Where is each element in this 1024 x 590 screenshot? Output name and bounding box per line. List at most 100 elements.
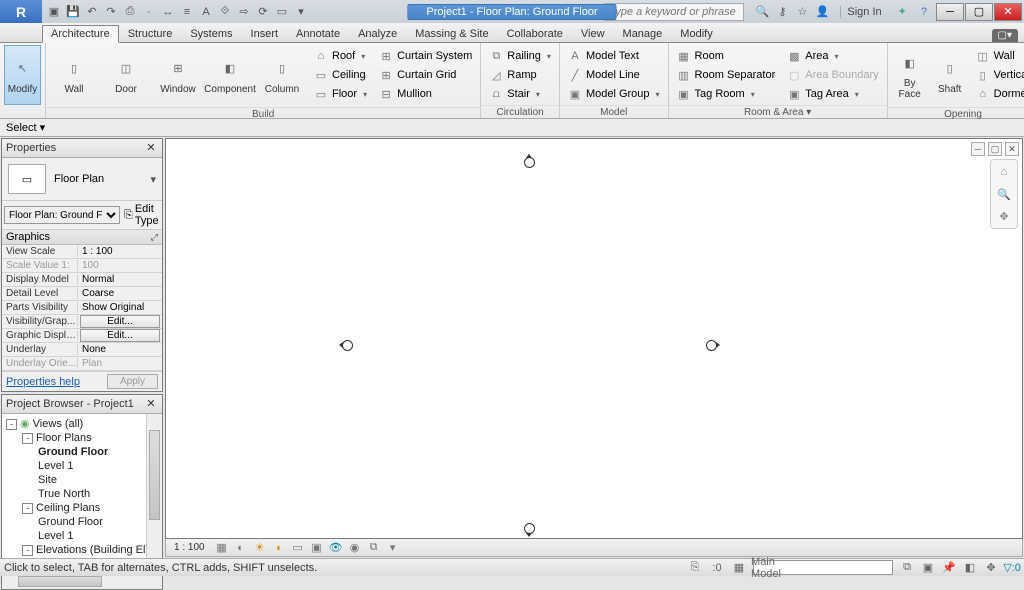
dropdown-icon[interactable]: ▾	[293, 4, 309, 20]
edit-button[interactable]: Edit...	[80, 315, 160, 328]
curtain-system-button[interactable]: ⊞Curtain System	[375, 47, 476, 65]
qat-icon[interactable]: ⟐	[217, 4, 233, 20]
tab-collaborate[interactable]: Collaborate	[498, 25, 572, 42]
zoom-icon[interactable]: 🔍	[995, 186, 1013, 202]
tag-area-button[interactable]: ▣Tag Area▾	[783, 85, 882, 103]
curtain-grid-button[interactable]: ⊞Curtain Grid	[375, 66, 476, 84]
expand-icon[interactable]: -	[22, 433, 33, 444]
property-category[interactable]: Graphics⤢	[2, 230, 162, 245]
sync-icon[interactable]: ⟳	[255, 4, 271, 20]
star-icon[interactable]: ☆	[794, 5, 810, 18]
app-logo[interactable]: R	[0, 0, 42, 23]
edit-type-button[interactable]: ⎘Edit Type	[124, 203, 160, 227]
model-text-button[interactable]: AModel Text	[564, 47, 664, 65]
key-icon[interactable]: ⚷	[774, 5, 790, 18]
elevation-marker-east[interactable]	[706, 340, 717, 351]
close-button[interactable]: ✕	[994, 3, 1022, 21]
elevation-marker-north[interactable]	[524, 157, 535, 168]
property-row[interactable]: Underlay Orie...Plan	[2, 357, 162, 371]
tree-node[interactable]: Level 1	[6, 459, 162, 473]
options-icon[interactable]: ▾	[386, 541, 400, 555]
shaft-button[interactable]: ▯Shaft	[932, 45, 968, 105]
print-icon[interactable]: ⎙	[122, 4, 138, 20]
property-value[interactable]: 1 : 100	[78, 246, 162, 257]
worksets-icon[interactable]: ⎘	[687, 561, 703, 575]
undo-icon[interactable]: ↶	[84, 4, 100, 20]
detail-level-icon[interactable]: ▦	[215, 541, 229, 555]
exchange-icon[interactable]: ✦	[892, 5, 913, 18]
wall-button[interactable]: ▯Wall	[50, 45, 98, 105]
type-selector[interactable]: ▭ Floor Plan ▾	[2, 158, 162, 201]
property-row[interactable]: UnderlayNone	[2, 343, 162, 357]
ceiling-button[interactable]: ▭Ceiling	[310, 66, 371, 84]
tree-root[interactable]: -◉ Views (all)	[6, 416, 162, 431]
column-button[interactable]: ▯Column	[258, 45, 306, 105]
user-icon[interactable]: 👤	[814, 5, 830, 18]
door-button[interactable]: ◫Door	[102, 45, 150, 105]
save-icon[interactable]: 💾	[65, 4, 81, 20]
tree-node[interactable]: Ground Floor	[6, 515, 162, 529]
unhide-icon[interactable]: 👁	[329, 541, 343, 555]
by-face-button[interactable]: ◧By Face	[892, 45, 928, 105]
vertical-button[interactable]: ▯Vertical	[972, 66, 1024, 84]
minimize-button[interactable]: ─	[936, 3, 964, 21]
drawing-canvas[interactable]: ─ ▢ ✕ ⌂ 🔍 ✥	[165, 138, 1023, 539]
navigation-bar[interactable]: ⌂ 🔍 ✥	[990, 159, 1018, 229]
tag-room-button[interactable]: ▣Tag Room▾	[673, 85, 780, 103]
room-button[interactable]: ▦Room	[673, 47, 780, 65]
dormer-button[interactable]: ⌂Dormer	[972, 85, 1024, 103]
property-value[interactable]: Normal	[78, 274, 162, 285]
property-row[interactable]: Visibility/Grap...Edit...	[2, 315, 162, 329]
tab-view[interactable]: View	[572, 25, 614, 42]
property-row[interactable]: Scale Value 1:100	[2, 259, 162, 273]
property-value[interactable]: Coarse	[78, 288, 162, 299]
component-button[interactable]: ◧Component	[206, 45, 254, 105]
scrollbar-thumb[interactable]	[149, 430, 160, 520]
help-icon[interactable]: ?	[917, 6, 931, 18]
switch-icon[interactable]: ▭	[274, 4, 290, 20]
close-icon[interactable]: ✕	[144, 397, 158, 411]
design-options-select[interactable]: Main Model	[753, 560, 893, 575]
elevation-marker-south[interactable]	[524, 523, 535, 534]
property-row[interactable]: Detail LevelCoarse	[2, 287, 162, 301]
select-pinned-icon[interactable]: 📌	[941, 561, 957, 575]
instance-select[interactable]: Floor Plan: Ground F	[4, 206, 120, 224]
group-label[interactable]: Room & Area ▾	[669, 105, 887, 119]
property-value[interactable]: Show Original	[78, 302, 162, 313]
sign-in-link[interactable]: Sign In	[840, 6, 887, 18]
mullion-button[interactable]: ⊟Mullion	[375, 85, 476, 103]
home-icon[interactable]: ⌂	[995, 164, 1013, 180]
drag-icon[interactable]: ✥	[983, 561, 999, 575]
close-view-icon[interactable]: ✕	[1005, 142, 1019, 156]
maximize-button[interactable]: ▢	[965, 3, 993, 21]
model-line-button[interactable]: ╱Model Line	[564, 66, 664, 84]
restore-view-icon[interactable]: ▢	[988, 142, 1002, 156]
edit-button[interactable]: Edit...	[80, 329, 160, 342]
collapse-icon[interactable]: -	[6, 419, 17, 430]
minimize-view-icon[interactable]: ─	[971, 142, 985, 156]
tree-node[interactable]: -Floor Plans	[6, 431, 162, 445]
roof-button[interactable]: ⌂Roof▾	[310, 47, 371, 65]
property-value[interactable]: Plan	[78, 358, 162, 369]
floor-button[interactable]: ▭Floor▾	[310, 85, 371, 103]
stair-button[interactable]: ⩍Stair▾	[485, 85, 555, 103]
expand-icon[interactable]: -	[22, 545, 33, 556]
room-separator-button[interactable]: ▥Room Separator	[673, 66, 780, 84]
tree-node[interactable]: -Elevations (Building Elevation	[6, 543, 162, 557]
apply-button[interactable]: Apply	[107, 374, 158, 389]
temporary-hide-icon[interactable]: ◉	[348, 541, 362, 555]
wall-opening-button[interactable]: ◫Wall	[972, 47, 1024, 65]
shadows-icon[interactable]: ◗	[272, 541, 286, 555]
select-underlay-icon[interactable]: ▣	[920, 561, 936, 575]
tab-insert[interactable]: Insert	[242, 25, 288, 42]
crop-icon[interactable]: ▭	[291, 541, 305, 555]
select-face-icon[interactable]: ◧	[962, 561, 978, 575]
tab-systems[interactable]: Systems	[181, 25, 241, 42]
tree-node[interactable]: -Ceiling Plans	[6, 501, 162, 515]
open-icon[interactable]: ▣	[46, 4, 62, 20]
railing-button[interactable]: ⧉Railing▾	[485, 47, 555, 65]
visual-style-icon[interactable]: ◐	[234, 541, 248, 555]
tree-node[interactable]: Site	[6, 473, 162, 487]
tree-node[interactable]: True North	[6, 487, 162, 501]
crop-region-icon[interactable]: ▣	[310, 541, 324, 555]
